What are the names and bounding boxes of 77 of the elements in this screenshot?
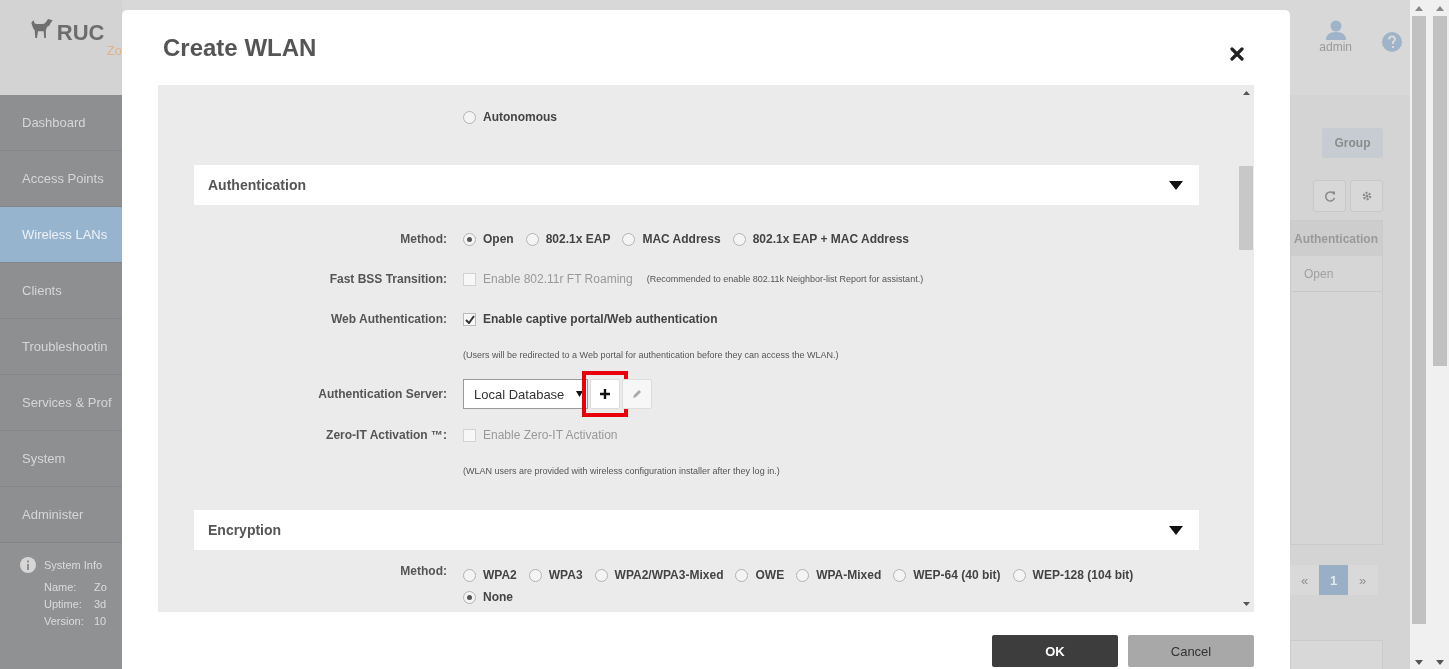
radio-option[interactable]: WEP-128 (104 bit) — [1012, 564, 1134, 586]
field-label: Authentication Server: — [317, 387, 447, 401]
section-header[interactable]: Authentication — [194, 165, 1199, 205]
radio-button[interactable] — [525, 232, 539, 246]
radio-option[interactable]: 802.1x EAP — [525, 232, 611, 246]
dialog-title: Create WLAN — [163, 33, 317, 62]
hint-text: (WLAN users are provided with wireless configuration installer after they log in.) — [463, 466, 780, 476]
hint-text: (Users will be redirected to a Web portal for authentication before they can access the WLAN.) — [463, 350, 839, 360]
arrow-up-icon — [1436, 6, 1444, 11]
hint-text: (Recommended to enable 802.11k Neighbor-list Report for assistant.) — [646, 274, 924, 284]
scrollbar-thumb[interactable] — [1239, 166, 1253, 250]
radio-option[interactable]: WEP-64 (40 bit) — [893, 564, 1001, 586]
radio-button[interactable] — [463, 590, 476, 604]
arrow-down-icon — [1415, 660, 1423, 665]
radio-option[interactable]: WPA2/WPA3-Mixed — [594, 564, 724, 586]
field-label: Method: — [399, 232, 447, 246]
user-icon — [1324, 20, 1347, 40]
ok-button[interactable]: OK — [992, 635, 1118, 667]
close-icon — [1230, 46, 1244, 61]
close-button[interactable] — [1228, 44, 1246, 63]
info-value: 10 — [94, 614, 107, 629]
arrow-down-icon — [1436, 660, 1444, 665]
radio-option[interactable]: None — [463, 586, 513, 608]
radio-button[interactable] — [463, 232, 476, 246]
radio-button[interactable] — [463, 110, 476, 124]
radio-button[interactable] — [528, 568, 542, 582]
radio-button[interactable] — [735, 568, 749, 582]
radio-option[interactable]: OWE — [735, 564, 785, 586]
field-label: Method: — [399, 564, 447, 578]
radio-button[interactable] — [732, 232, 746, 246]
radio-button[interactable] — [893, 568, 907, 582]
scrollbar-thumb[interactable] — [1433, 16, 1447, 366]
checkbox-option[interactable]: Enable captive portal/Web authentication — [463, 312, 718, 326]
section-title: Encryption — [208, 522, 282, 538]
radio-button[interactable] — [463, 568, 476, 582]
radio-option[interactable]: WPA2 — [463, 564, 517, 586]
logo-text: RUC — [56, 22, 106, 44]
gear-icon — [1360, 190, 1373, 202]
field-label: Zero-IT Activation ™: — [325, 428, 447, 442]
radio-option[interactable]: Open — [463, 232, 514, 246]
add-button[interactable] — [590, 379, 620, 409]
section-title: System Info — [44, 559, 103, 571]
checkbox[interactable] — [463, 312, 476, 326]
logo-subtext: Zo — [105, 44, 122, 58]
radio-button[interactable] — [796, 568, 810, 582]
radio-option[interactable]: Autonomous — [463, 110, 557, 124]
caret-icon — [576, 391, 583, 397]
arrow-up-icon — [1242, 91, 1250, 95]
scrollbar-thumb[interactable] — [1412, 16, 1426, 624]
radio-option[interactable]: 802.1x EAP + MAC Address — [732, 232, 910, 246]
field-label: Web Authentication: — [330, 312, 447, 326]
select-field[interactable]: Local Database — [463, 379, 588, 409]
section-title: Authentication — [208, 177, 306, 193]
settings-button[interactable] — [1350, 180, 1383, 212]
radio-option[interactable]: MAC Address — [622, 232, 721, 246]
radio-option[interactable]: WPA3 — [528, 564, 583, 586]
refresh-icon — [1323, 190, 1336, 202]
arrow-down-icon — [1242, 602, 1250, 606]
info-label: Version: — [44, 614, 85, 629]
radio-button[interactable] — [622, 232, 636, 246]
check-icon — [464, 314, 475, 324]
info-label: Name: — [44, 580, 78, 595]
info-value: Zo — [94, 580, 107, 595]
refresh-button[interactable] — [1313, 180, 1346, 212]
info-icon — [20, 557, 36, 573]
info-label: Uptime: — [44, 597, 83, 612]
plus-icon — [600, 389, 610, 399]
field-label: Fast BSS Transition: — [328, 272, 447, 286]
radio-button[interactable] — [594, 568, 608, 582]
help-icon — [1382, 32, 1402, 52]
arrow-up-icon — [1415, 6, 1423, 11]
section-header[interactable]: Encryption — [194, 510, 1199, 550]
cancel-button[interactable]: Cancel — [1128, 635, 1254, 667]
info-value: 3d — [94, 597, 107, 612]
radio-option[interactable]: WPA-Mixed — [796, 564, 882, 586]
pencil-icon — [632, 389, 642, 399]
radio-button[interactable] — [1012, 568, 1026, 582]
